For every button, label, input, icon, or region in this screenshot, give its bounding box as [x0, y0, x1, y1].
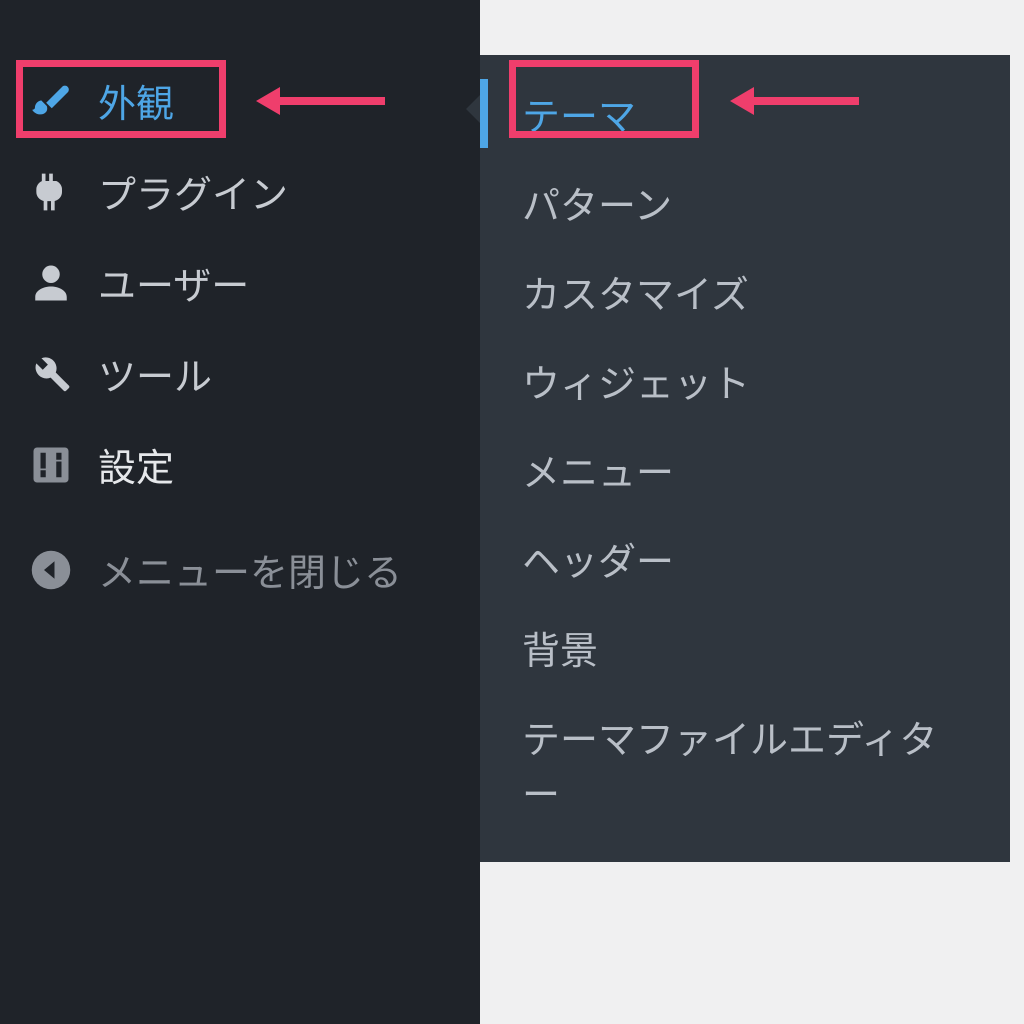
- sidebar-item-tools[interactable]: ツール: [0, 328, 480, 419]
- collapse-icon: [28, 547, 74, 593]
- submenu-item-customize[interactable]: カスタマイズ: [480, 247, 1010, 336]
- sidebar-collapse-label: メニューを閉じる: [98, 542, 402, 597]
- submenu-item-patterns[interactable]: パターン: [480, 158, 1010, 247]
- user-icon: [28, 260, 74, 306]
- submenu-item-background[interactable]: 背景: [480, 603, 1010, 692]
- sidebar-item-label: ユーザー: [98, 255, 249, 310]
- submenu-item-label: カスタマイズ: [522, 275, 749, 317]
- sidebar-item-users[interactable]: ユーザー: [0, 237, 480, 328]
- submenu-item-themes[interactable]: テーマ: [480, 69, 1010, 158]
- sidebar-item-label: 設定: [98, 437, 174, 492]
- admin-sidebar: 外観 プラグイン ユーザー ツール 設定 メニューを閉じる: [0, 0, 480, 1024]
- submenu-item-theme-editor[interactable]: テーマファイルエディター: [480, 692, 1010, 836]
- submenu-item-label: 背景: [522, 631, 598, 673]
- submenu-item-label: テーマ: [522, 97, 636, 139]
- sidebar-item-label: ツール: [98, 346, 212, 401]
- submenu-item-header[interactable]: ヘッダー: [480, 514, 1010, 603]
- submenu-item-label: メニュー: [522, 453, 674, 495]
- sidebar-item-plugins[interactable]: プラグイン: [0, 146, 480, 237]
- submenu-item-label: パターン: [522, 186, 672, 228]
- sidebar-item-label: プラグイン: [98, 164, 288, 219]
- sidebar-item-label: 外観: [98, 73, 174, 128]
- sidebar-item-appearance[interactable]: 外観: [0, 55, 480, 146]
- wrench-icon: [28, 351, 74, 397]
- sidebar-collapse[interactable]: メニューを閉じる: [0, 524, 480, 615]
- submenu-item-label: ウィジェット: [522, 364, 750, 406]
- sliders-icon: [28, 442, 74, 488]
- appearance-submenu: テーマ パターン カスタマイズ ウィジェット メニュー ヘッダー 背景 テーマフ…: [480, 55, 1010, 862]
- plug-icon: [28, 169, 74, 215]
- submenu-item-label: テーマファイルエディター: [522, 720, 937, 817]
- sidebar-item-settings[interactable]: 設定: [0, 419, 480, 510]
- submenu-item-label: ヘッダー: [522, 542, 674, 584]
- submenu-item-menus[interactable]: メニュー: [480, 425, 1010, 514]
- submenu-item-widgets[interactable]: ウィジェット: [480, 336, 1010, 425]
- brush-icon: [28, 78, 74, 124]
